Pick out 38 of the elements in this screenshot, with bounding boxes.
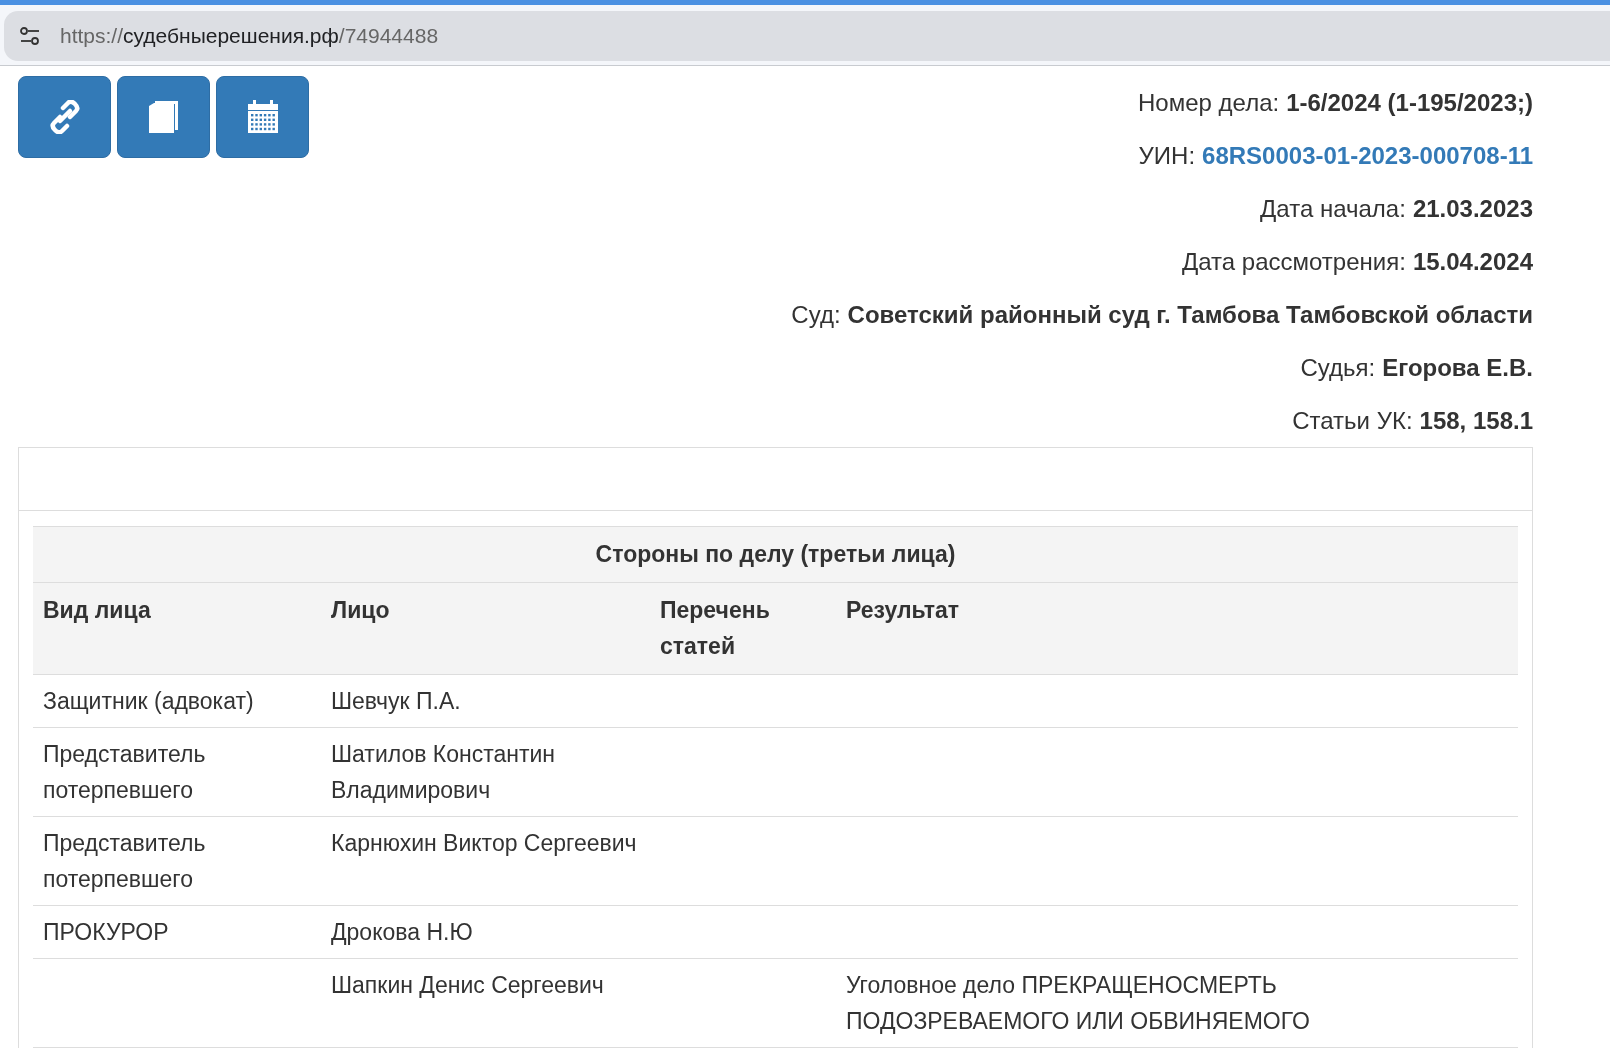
- url-text: https://судебныерешения.рф/74944488: [60, 24, 439, 48]
- column-header: Лицо: [321, 582, 650, 675]
- table-cell-text: Уголовное дело ПРЕКРАЩЕНОСМЕРТЬ ПОДОЗРЕВАЕМОГО ИЛИ ОБВИНЯЕМОГО: [846, 971, 1311, 1036]
- address-bar[interactable]: https://судебныерешения.рф/74944488: [4, 11, 1610, 61]
- info-label: Дата начала:: [1260, 194, 1406, 223]
- info-label: Номер дела:: [1138, 88, 1280, 117]
- column-header: Вид лица: [33, 582, 321, 675]
- chain-link-icon: [48, 100, 81, 134]
- calendar-icon: [246, 100, 279, 134]
- uin-link[interactable]: 68RS0003-01-2023-000708-11: [1202, 141, 1533, 170]
- info-value: Егорова Е.В.: [1382, 353, 1533, 382]
- info-value: 15.04.2024: [1412, 247, 1533, 276]
- table-cell-text: Дрокова Н.Ю: [331, 918, 473, 947]
- info-value: Советский районный суд г. Тамбова Тамбовской области: [847, 300, 1533, 329]
- column-header: Перечень статей: [650, 582, 836, 675]
- info-label: Суд:: [791, 300, 841, 329]
- info-label: Судья:: [1300, 353, 1376, 382]
- table-cell-text: ПРОКУРОР: [43, 918, 169, 947]
- info-label: УИН:: [1138, 141, 1196, 170]
- copy-button[interactable]: [117, 76, 210, 158]
- table-title: Стороны по делу (третьи лица): [33, 526, 1518, 583]
- info-label: Статьи УК:: [1292, 406, 1413, 435]
- copy-icon: [147, 100, 180, 134]
- table-cell-text: Защитник (адвокат): [43, 687, 254, 716]
- table-cell-text: Карнюхин Виктор Сергеевич: [331, 829, 637, 858]
- table-cell-text: Представитель потерпевшего: [43, 740, 207, 805]
- calendar-button[interactable]: [216, 76, 309, 158]
- info-value: 1-6/2024 (1-195/2023;): [1286, 88, 1533, 117]
- site-settings-icon[interactable]: [20, 27, 40, 45]
- column-header: Результат: [836, 582, 1518, 675]
- table-cell-text: Шапкин Денис Сергеевич: [331, 971, 604, 1000]
- info-label: Дата рассмотрения:: [1182, 247, 1406, 276]
- info-value: 21.03.2023: [1412, 194, 1533, 223]
- info-value: 158, 158.1: [1419, 406, 1533, 435]
- table-cell-text: Представитель потерпевшего: [43, 829, 207, 894]
- table-cell-text: Шатилов Константин Владимирович: [331, 740, 557, 805]
- table-cell-text: Шевчук П.А.: [331, 687, 461, 716]
- link-button[interactable]: [18, 76, 111, 158]
